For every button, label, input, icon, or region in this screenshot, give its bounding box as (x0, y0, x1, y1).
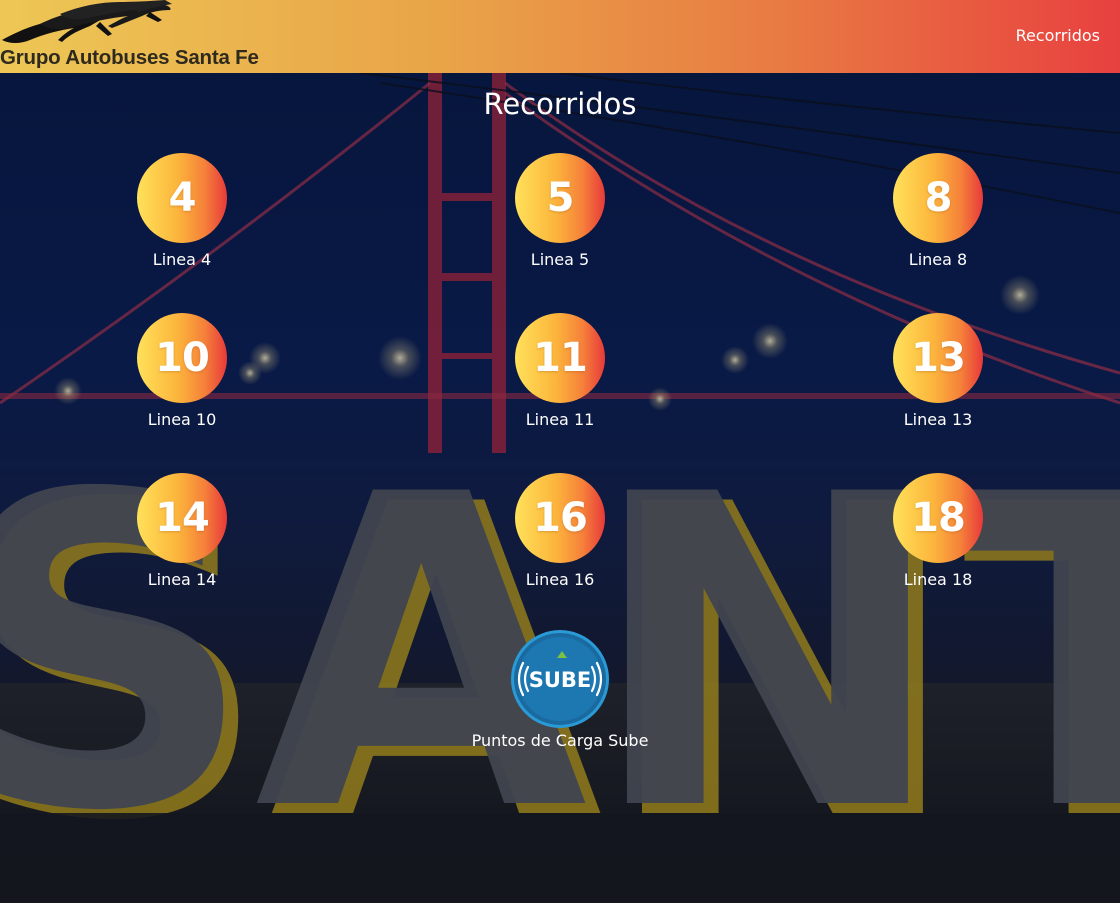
route-number-badge: 14 (137, 473, 227, 563)
route-number-badge: 5 (515, 153, 605, 243)
route-label: Linea 4 (152, 250, 212, 269)
brand-name: Grupo Autobuses Santa Fe (0, 46, 259, 69)
route-link-linea-13[interactable]: 13 Linea 13 (848, 313, 1028, 443)
route-number-badge: 18 (893, 473, 983, 563)
routes-section: Recorridos 4 Linea 4 5 Linea 5 8 Linea 8… (0, 73, 1120, 903)
route-link-linea-8[interactable]: 8 Linea 8 (848, 153, 1028, 283)
route-number-badge: 11 (515, 313, 605, 403)
route-link-linea-10[interactable]: 10 Linea 10 (92, 313, 272, 443)
route-label: Linea 16 (525, 570, 595, 589)
route-label: Linea 11 (525, 410, 595, 429)
brand-logo[interactable]: Grupo Autobuses Santa Fe (0, 0, 270, 73)
route-label: Linea 10 (147, 410, 217, 429)
route-number-badge: 4 (137, 153, 227, 243)
greyhound-logo-icon (2, 0, 172, 43)
route-link-linea-11[interactable]: 11 Linea 11 (470, 313, 650, 443)
sube-label: Puntos de Carga Sube (471, 731, 649, 750)
route-link-linea-4[interactable]: 4 Linea 4 (92, 153, 272, 283)
sube-logo-graphic: SUBE (517, 651, 603, 697)
route-link-linea-16[interactable]: 16 Linea 16 (470, 473, 650, 603)
route-link-linea-14[interactable]: 14 Linea 14 (92, 473, 272, 603)
route-number-badge: 8 (893, 153, 983, 243)
sube-logo-text: SUBE (529, 668, 592, 692)
sube-logo-icon: SUBE (511, 630, 609, 728)
route-label: Linea 18 (903, 570, 973, 589)
route-label: Linea 5 (530, 250, 590, 269)
route-label: Linea 8 (908, 250, 968, 269)
route-number-badge: 16 (515, 473, 605, 563)
route-label: Linea 14 (147, 570, 217, 589)
sube-recharge-points-link[interactable]: SUBE Puntos de Carga Sube (440, 628, 680, 758)
route-number-badge: 13 (893, 313, 983, 403)
nav-link-recorridos[interactable]: Recorridos (1016, 26, 1100, 45)
route-number-badge: 10 (137, 313, 227, 403)
page-title: Recorridos (483, 87, 637, 121)
route-link-linea-5[interactable]: 5 Linea 5 (470, 153, 650, 283)
route-label: Linea 13 (903, 410, 973, 429)
top-navbar: Grupo Autobuses Santa Fe Recorridos (0, 0, 1120, 73)
route-link-linea-18[interactable]: 18 Linea 18 (848, 473, 1028, 603)
